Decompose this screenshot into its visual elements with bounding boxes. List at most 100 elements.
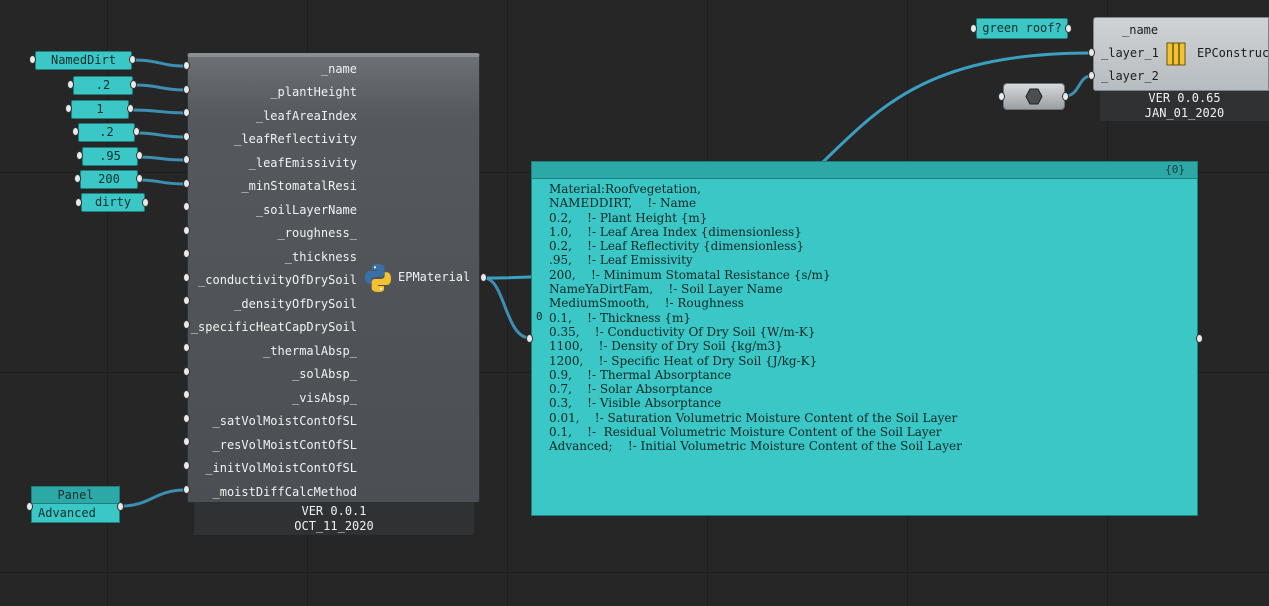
wire-name — [132, 58, 186, 68]
grip-sat-vol-moist[interactable] — [183, 414, 190, 423]
input-name[interactable]: _name — [321, 62, 357, 76]
green-roof-grip-left[interactable] — [970, 24, 977, 33]
soil-layer-name-grip-right[interactable] — [142, 198, 149, 207]
plant-height-param[interactable]: .2 — [73, 76, 133, 95]
input-res-vol-moist[interactable]: _resVolMoistContOfSL — [213, 438, 358, 452]
layers-icon — [1166, 42, 1186, 66]
input-leaf-area-index[interactable]: _leafAreaIndex — [256, 109, 357, 123]
input-conductivity[interactable]: _conductivityOfDrySoil — [198, 273, 357, 287]
panel-text: Material:Roofvegetation, NAMEDDIRT, !- N… — [549, 182, 962, 454]
advanced-panel-grip-right[interactable] — [117, 502, 124, 511]
grip-conductivity[interactable] — [183, 273, 190, 282]
hex-node-grip-right[interactable] — [1062, 92, 1069, 101]
construct-input-name[interactable]: _name — [1122, 23, 1158, 37]
plant-height-grip-left[interactable] — [67, 80, 74, 89]
advanced-panel-title[interactable]: Panel — [32, 487, 119, 504]
leaf-reflectivity-param[interactable]: .2 — [78, 123, 135, 142]
input-soil-layer-name[interactable]: _soilLayerName — [256, 203, 357, 217]
min-stomatal-param[interactable]: 200 — [80, 170, 138, 189]
ep-construction-title: EPConstruct — [1197, 46, 1269, 60]
grip-soil-layer-name[interactable] — [183, 202, 190, 211]
input-density[interactable]: _densityOfDrySoil — [234, 297, 357, 311]
python-icon — [365, 264, 391, 292]
min-stomatal-grip-right[interactable] — [136, 174, 143, 183]
soil-layer-name-param[interactable]: dirty — [81, 193, 145, 212]
leaf-reflectivity-grip-left[interactable] — [72, 127, 79, 136]
advanced-panel-grip-left[interactable] — [26, 502, 33, 511]
hex-node-grip-left[interactable] — [998, 92, 1005, 101]
hexagon-param-node[interactable] — [1003, 83, 1065, 110]
grip-specific-heat[interactable] — [183, 320, 190, 329]
construct-grip-layer-1[interactable] — [1088, 48, 1095, 57]
grip-min-stomatal[interactable] — [183, 179, 190, 188]
green-roof-grip-right[interactable] — [1065, 24, 1072, 33]
leaf-area-index-grip-left[interactable] — [65, 104, 72, 113]
grip-leaf-emissivity[interactable] — [183, 155, 190, 164]
name-input-grip-right[interactable] — [129, 55, 136, 64]
output-panel[interactable]: {0} 0 Material:Roofvegetation, NAMEDDIRT… — [531, 161, 1198, 516]
grip-res-vol-moist[interactable] — [183, 437, 190, 446]
grip-output-ep-material[interactable] — [480, 273, 487, 282]
grip-thickness[interactable] — [183, 249, 190, 258]
grip-leaf-reflectivity[interactable] — [183, 132, 190, 141]
leaf-reflectivity-grip-right[interactable] — [133, 127, 140, 136]
construct-input-layer-1[interactable]: _layer_1 — [1101, 46, 1159, 60]
grip-leaf-area-index[interactable] — [183, 108, 190, 117]
ep-construction-component[interactable]: _name _layer_1 _layer_2 EPConstruct — [1093, 17, 1269, 91]
input-sat-vol-moist[interactable]: _satVolMoistContOfSL — [213, 414, 358, 428]
leaf-area-index-param[interactable]: 1 — [71, 100, 129, 119]
wire-min-stomatal — [139, 178, 186, 186]
wire-material-to-panel — [483, 276, 531, 340]
leaf-area-index-grip-right[interactable] — [127, 104, 134, 113]
input-plant-height[interactable]: _plantHeight — [270, 85, 357, 99]
leaf-emissivity-grip-right[interactable] — [136, 151, 143, 160]
input-min-stomatal-resi[interactable]: _minStomatalResi — [241, 179, 357, 193]
wire-hex-to-layer2 — [1064, 74, 1092, 98]
panel-header[interactable]: {0} — [532, 162, 1197, 179]
input-leaf-emissivity[interactable]: _leafEmissivity — [249, 156, 357, 170]
wire-leaf-reflectivity — [136, 131, 186, 139]
input-moist-diff-calc[interactable]: _moistDiffCalcMethod — [213, 485, 358, 499]
grip-density[interactable] — [183, 296, 190, 305]
soil-layer-name-grip-left[interactable] — [75, 198, 82, 207]
grip-roughness[interactable] — [183, 226, 190, 235]
green-roof-param[interactable]: green roof? — [976, 18, 1068, 39]
advanced-panel[interactable]: Panel Advanced — [31, 486, 120, 523]
leaf-emissivity-grip-left[interactable] — [76, 151, 83, 160]
ep-construction-date: JAN_01_2020 — [1144, 106, 1225, 120]
input-thickness[interactable]: _thickness — [285, 250, 357, 264]
name-input-param[interactable]: NamedDirt — [35, 51, 132, 70]
construct-grip-layer-2[interactable] — [1088, 71, 1095, 80]
grip-init-vol-moist[interactable] — [183, 461, 190, 470]
grip-thermal-absp[interactable] — [183, 343, 190, 352]
wire-plant-height — [134, 83, 186, 92]
name-input-grip-left[interactable] — [29, 55, 36, 64]
min-stomatal-grip-left[interactable] — [74, 174, 81, 183]
grip-plant-height[interactable] — [183, 85, 190, 94]
grip-name[interactable] — [183, 61, 190, 70]
ep-material-version: VER 0.0.1 — [301, 504, 367, 518]
output-ep-material-label[interactable]: EPMaterial — [398, 270, 470, 284]
input-specific-heat[interactable]: _specificHeatCapDrySoil — [191, 320, 357, 334]
input-leaf-reflectivity[interactable]: _leafReflectivity — [234, 132, 357, 146]
input-sol-absp[interactable]: _solAbsp_ — [292, 367, 357, 381]
leaf-emissivity-param[interactable]: .95 — [82, 147, 138, 166]
panel-index: {0} — [1165, 163, 1185, 176]
construct-input-layer-2[interactable]: _layer_2 — [1101, 69, 1159, 83]
panel-output-grip[interactable] — [1196, 334, 1203, 343]
input-roughness[interactable]: _roughness_ — [278, 226, 357, 240]
grip-moist-diff-calc[interactable] — [183, 485, 190, 494]
grip-sol-absp[interactable] — [183, 367, 190, 376]
plant-height-grip-right[interactable] — [130, 80, 137, 89]
ep-material-version-footer: VER 0.0.1 OCT_11_2020 — [194, 503, 474, 535]
grip-vis-absp[interactable] — [183, 390, 190, 399]
wire-leaf-area — [131, 108, 186, 115]
ep-construction-version-footer: VER 0.0.65 JAN_01_2020 — [1100, 91, 1269, 121]
input-init-vol-moist[interactable]: _initVolMoistContOfSL — [205, 461, 357, 475]
input-thermal-absp[interactable]: _thermalAbsp_ — [263, 344, 357, 358]
ep-construction-version: VER 0.0.65 — [1148, 91, 1221, 105]
advanced-panel-value: Advanced — [38, 506, 96, 520]
wire-leaf-emissivity — [139, 155, 186, 162]
panel-input-grip[interactable] — [526, 334, 533, 343]
input-vis-absp[interactable]: _visAbsp_ — [292, 391, 357, 405]
